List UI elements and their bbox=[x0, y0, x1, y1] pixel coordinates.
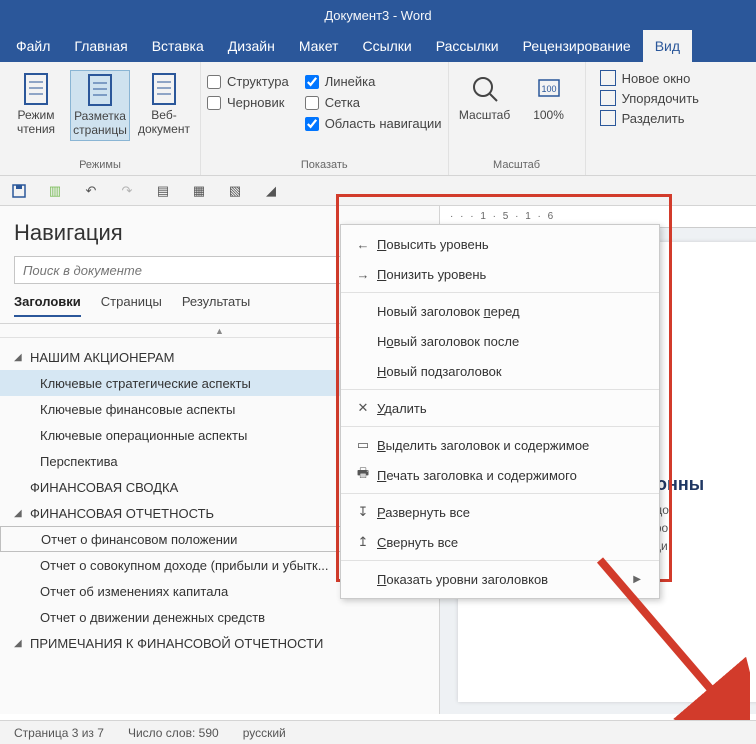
context-menu-item[interactable]: ↧Развернуть все bbox=[341, 497, 659, 527]
context-menu-item[interactable]: Показать уровни заголовков▶ bbox=[341, 564, 659, 594]
magnifier-icon bbox=[468, 72, 502, 106]
document-icon bbox=[19, 72, 53, 106]
menu-главная[interactable]: Главная bbox=[62, 30, 139, 62]
view-mode-button[interactable]: Разметкастраницы bbox=[70, 70, 130, 141]
checkbox-Сетка[interactable]: Сетка bbox=[305, 95, 442, 110]
menu-файл[interactable]: Файл bbox=[4, 30, 62, 62]
status-bar: Страница 3 из 7 Число слов: 590 русский bbox=[0, 720, 756, 744]
menu-separator bbox=[341, 292, 659, 293]
menu-item-icon: → bbox=[349, 267, 377, 282]
context-menu-item[interactable]: Новый подзаголовок bbox=[341, 356, 659, 386]
tree-heading-2[interactable]: Отчет о движении денежных средств bbox=[0, 604, 439, 630]
qa-btn-3[interactable]: ▧ bbox=[226, 182, 244, 200]
menu-вставка[interactable]: Вставка bbox=[140, 30, 216, 62]
document-icon bbox=[83, 73, 117, 107]
folder-icon[interactable]: ▥ bbox=[46, 182, 64, 200]
checkbox-Структура[interactable]: Структура bbox=[207, 74, 289, 89]
ribbon-group-zoom: Масштаб 100 100% Масштаб bbox=[449, 62, 586, 175]
window-icon bbox=[600, 90, 616, 106]
save-icon[interactable] bbox=[10, 182, 28, 200]
expand-icon[interactable]: ◢ bbox=[14, 508, 26, 519]
menu-item-icon: ← bbox=[349, 237, 377, 252]
menu-item-icon: ↥ bbox=[349, 534, 377, 550]
eraser-icon[interactable]: ◢ bbox=[262, 182, 280, 200]
context-menu-item[interactable]: ←Повысить уровень bbox=[341, 229, 659, 259]
menu-item-icon: ✕ bbox=[349, 400, 377, 416]
quick-access-toolbar: ▥ ↶ ↷ ▤ ▦ ▧ ◢ bbox=[0, 176, 756, 206]
title-bar: Документ3 - Word bbox=[0, 0, 756, 30]
menu-рассылки[interactable]: Рассылки bbox=[424, 30, 511, 62]
status-lang[interactable]: русский bbox=[243, 726, 286, 740]
checkbox-Линейка[interactable]: Линейка bbox=[305, 74, 442, 89]
zoom-100-button[interactable]: 100 100% bbox=[519, 70, 579, 125]
ribbon-group-modes: РежимчтенияРазметкастраницыВеб-документ … bbox=[0, 62, 201, 175]
context-menu-item[interactable]: ↥Свернуть все bbox=[341, 527, 659, 557]
group-label-zoom: Масштаб bbox=[455, 157, 579, 175]
context-menu-item[interactable]: →Понизить уровень bbox=[341, 259, 659, 289]
percent-icon: 100 bbox=[532, 72, 566, 106]
menu-вид[interactable]: Вид bbox=[643, 30, 692, 62]
menu-рецензирование[interactable]: Рецензирование bbox=[511, 30, 643, 62]
window-icon bbox=[600, 110, 616, 126]
nav-tab-2[interactable]: Результаты bbox=[182, 294, 250, 317]
window-option[interactable]: Разделить bbox=[600, 110, 699, 126]
status-page[interactable]: Страница 3 из 7 bbox=[14, 726, 104, 740]
menu-separator bbox=[341, 493, 659, 494]
context-menu-item[interactable]: ▭Выделить заголовок и содержимое bbox=[341, 430, 659, 460]
menu-separator bbox=[341, 426, 659, 427]
tree-heading-1[interactable]: ◢ПРИМЕЧАНИЯ К ФИНАНСОВОЙ ОТЧЕТНОСТИ bbox=[0, 630, 439, 656]
window-title: Документ3 - Word bbox=[324, 8, 431, 23]
view-mode-button[interactable]: Веб-документ bbox=[134, 70, 194, 139]
window-icon bbox=[600, 70, 616, 86]
status-words[interactable]: Число слов: 590 bbox=[128, 726, 219, 740]
menu-item-icon: ↧ bbox=[349, 504, 377, 520]
redo-icon[interactable]: ↷ bbox=[118, 182, 136, 200]
menu-дизайн[interactable]: Дизайн bbox=[216, 30, 287, 62]
checkbox-Черновик[interactable]: Черновик bbox=[207, 95, 289, 110]
expand-icon[interactable]: ◢ bbox=[14, 638, 26, 649]
menu-макет[interactable]: Макет bbox=[287, 30, 351, 62]
chevron-right-icon: ▶ bbox=[633, 574, 641, 585]
window-option[interactable]: Упорядочить bbox=[600, 90, 699, 106]
menu-bar: ФайлГлавнаяВставкаДизайнМакетСсылкиРассы… bbox=[0, 30, 756, 62]
nav-tab-0[interactable]: Заголовки bbox=[14, 294, 81, 317]
menu-separator bbox=[341, 389, 659, 390]
document-icon bbox=[147, 72, 181, 106]
context-menu: ←Повысить уровень→Понизить уровень Новый … bbox=[340, 224, 660, 599]
undo-icon[interactable]: ↶ bbox=[82, 182, 100, 200]
context-menu-item[interactable]: Новый заголовок перед bbox=[341, 296, 659, 326]
context-menu-item[interactable]: ✕Удалить bbox=[341, 393, 659, 423]
qa-btn-1[interactable]: ▤ bbox=[154, 182, 172, 200]
checkbox-Область навигации[interactable]: Область навигации bbox=[305, 116, 442, 131]
group-label-modes: Режимы bbox=[6, 157, 194, 175]
context-menu-item[interactable]: 🖶Печать заголовка и содержимого bbox=[341, 460, 659, 490]
menu-item-icon: ▭ bbox=[349, 437, 377, 453]
context-menu-item[interactable]: Новый заголовок после bbox=[341, 326, 659, 356]
menu-separator bbox=[341, 560, 659, 561]
window-option[interactable]: Новое окно bbox=[600, 70, 699, 86]
menu-ссылки[interactable]: Ссылки bbox=[350, 30, 423, 62]
qa-btn-2[interactable]: ▦ bbox=[190, 182, 208, 200]
menu-item-icon: 🖶 bbox=[349, 464, 377, 486]
ribbon-group-show: Структура Черновик Линейка Сетка Область на… bbox=[201, 62, 449, 175]
group-label-show: Показать bbox=[207, 157, 442, 175]
view-mode-button[interactable]: Режимчтения bbox=[6, 70, 66, 139]
ribbon: РежимчтенияРазметкастраницыВеб-документ … bbox=[0, 62, 756, 176]
svg-text:100: 100 bbox=[541, 84, 556, 94]
ribbon-group-window: Новое окно Упорядочить Разделить bbox=[586, 62, 713, 175]
nav-tab-1[interactable]: Страницы bbox=[101, 294, 162, 317]
expand-icon[interactable]: ◢ bbox=[14, 352, 26, 363]
zoom-button[interactable]: Масштаб bbox=[455, 70, 515, 125]
